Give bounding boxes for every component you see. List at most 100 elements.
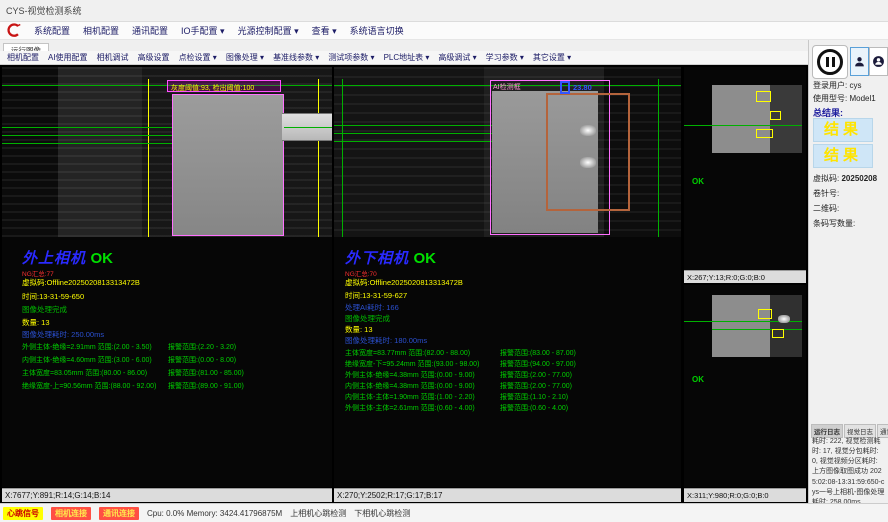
menu-item-io-config[interactable]: IO手配置 ▾ (181, 24, 225, 37)
measure-line-3 (2, 143, 172, 144)
camera-conn-badge: 相机连接 (51, 507, 91, 520)
orange-roi-box (546, 93, 630, 211)
center-time: 时间:13-31-59-627 (345, 290, 407, 301)
left-meas-1: 外侧主体-绝缘=2.91mm 范围:(2.00 - 3.50) (22, 342, 152, 352)
center-camera-result: OK (413, 250, 436, 267)
camera-view-small-top[interactable]: OK (684, 67, 806, 270)
blue-marker-box (560, 81, 570, 94)
tool-plc-address[interactable]: PLC地址表 ▾ (384, 52, 430, 63)
left-elapsed: 图像处理耗时: 250.00ms (22, 329, 104, 340)
left-meas-3-alarm: 报警范围:(81.00 - 85.00) (168, 368, 244, 378)
center-meas-4-alarm: 报警范围:(2.00 - 77.00) (500, 381, 572, 391)
center-meas-5: 内侧主体-主体=1.90mm 范围:(1.00 - 2.20) (345, 392, 475, 402)
tool-spot-check[interactable]: 点检设置 ▾ (179, 52, 217, 63)
center-meas-1: 主体宽度=83.77mm 范围:(82.00 - 88.00) (345, 348, 470, 358)
comm-conn-badge: 通讯连接 (99, 507, 139, 520)
center-meas-3-alarm: 报警范围:(2.00 - 77.00) (500, 370, 572, 380)
menu-item-light-config[interactable]: 光源控制配置 ▾ (238, 24, 299, 37)
measure-line-2 (334, 133, 492, 134)
model-row: 使用型号: Model1 (813, 93, 876, 104)
tool-baseline-param[interactable]: 基准线参数 ▾ (273, 52, 319, 63)
tool-image-process[interactable]: 图像处理 ▾ (226, 52, 264, 63)
blue-marker-value: 23.80 (573, 83, 592, 92)
center-ai-elapsed: 处理AI耗时: 166 (345, 302, 399, 313)
threshold-label: 灰度阈值:93, 检出阈值:100 (171, 83, 254, 93)
camera-image-center: AI检测框 23.80 (334, 67, 681, 237)
annotation-box-2 (770, 111, 781, 120)
measure-line-3 (334, 141, 492, 142)
center-meas-4: 内侧主体-绝缘=4.38mm 范围:(0.00 - 9.00) (345, 381, 475, 391)
center-meas-1-alarm: 报警范围:(83.00 - 87.00) (500, 348, 576, 358)
menu-bar: 系统配置 相机配置 通讯配置 IO手配置 ▾ 光源控制配置 ▾ 查看 ▾ 系统语… (0, 22, 888, 40)
measure-line-4 (284, 127, 332, 128)
small-top-ok: OK (692, 177, 704, 186)
bottom-camera-heartbeat: 下相机心跳检测 (354, 508, 410, 519)
pause-icon (817, 49, 843, 75)
user-icon (853, 55, 866, 68)
left-camera-result: OK (90, 250, 113, 267)
annotation-box-3 (756, 129, 773, 138)
heartbeat-badge: 心跳信号 (3, 507, 43, 520)
camera-view-small-bottom[interactable]: OK (684, 285, 806, 487)
cell-body-region (172, 94, 284, 236)
pause-button[interactable] (812, 45, 848, 79)
center-meas-6-alarm: 报警范围:(0.60 - 4.00) (500, 403, 568, 413)
center-barcode: 虚拟码:Offline2025020813313472B (345, 277, 463, 288)
small-bottom-ok: OK (692, 375, 704, 384)
center-meas-2-alarm: 报警范围:(94.00 - 97.00) (500, 359, 576, 369)
yellow-guide-right (318, 79, 319, 237)
operator-button[interactable] (850, 47, 869, 76)
tool-advanced-set[interactable]: 高级设置 (138, 52, 170, 63)
virtual-code-label: 虚拟码: (813, 174, 839, 183)
log-tab-run[interactable]: 运行日志 (811, 424, 843, 438)
tool-camera-debug[interactable]: 相机调试 (97, 52, 129, 63)
tool-advanced-debug[interactable]: 高级调试 ▾ (438, 52, 476, 63)
annotation-box-1 (758, 309, 772, 319)
needle-label: 卷针号: (813, 188, 839, 199)
center-meas-6: 外侧主体-主体=2.61mm 范围:(0.60 - 4.00) (345, 403, 475, 413)
tool-camera-config[interactable]: 相机配置 (7, 52, 39, 63)
log-tab-comm[interactable]: 通讯日志 (877, 424, 888, 438)
admin-button[interactable] (869, 47, 888, 76)
left-meas-2: 内侧主体-绝缘=4.60mm 范围:(3.00 - 6.00) (22, 355, 152, 365)
app-window: CYS-视觉检测系统 系统配置 相机配置 通讯配置 IO手配置 ▾ 光源控制配置… (0, 0, 888, 522)
camera-view-center[interactable]: AI检测框 23.80 外下相机 OK NG汇总:70 虚拟码:Offline2… (334, 67, 681, 487)
annotation-box-1 (756, 91, 771, 102)
menu-item-camera-config[interactable]: 相机配置 (83, 24, 119, 37)
small-top-image (712, 85, 802, 153)
write-count-label: 条码写数量: (813, 218, 855, 229)
menu-item-view[interactable]: 查看 ▾ (312, 24, 337, 37)
center-result-title: 外下相机 OK (345, 247, 436, 268)
tool-other-set[interactable]: 其它设置 ▾ (533, 52, 571, 63)
result-box-1: 结果 (813, 118, 873, 142)
camera-view-left[interactable]: 灰度阈值:93, 检出阈值:100 外上相机 OK NG汇总:77 虚拟码:Of… (2, 67, 332, 487)
menu-item-comm-config[interactable]: 通讯配置 (132, 24, 168, 37)
log-tabs: 运行日志 视觉日志 通讯日志 (811, 424, 888, 438)
left-result-title: 外上相机 OK (22, 247, 113, 268)
ai-box-label: AI检测框 (493, 82, 521, 92)
left-meas-4-alarm: 报警范围:(89.00 - 91.00) (168, 381, 244, 391)
model-label: 使用型号: (813, 94, 847, 103)
center-count: 数量: 13 (345, 324, 373, 335)
menu-item-system-config[interactable]: 系统配置 (34, 24, 70, 37)
menu-item-language-switch[interactable]: 系统语言切换 (350, 24, 404, 37)
annotation-box-2 (772, 329, 784, 338)
left-meas-3: 主体宽度=83.05mm 范围:(80.00 - 86.00) (22, 368, 147, 378)
left-barcode: 虚拟码:Offline2025020813313472B (22, 277, 140, 288)
center-meas-5-alarm: 报警范围:(1.10 - 2.10) (500, 392, 568, 402)
measure-line-2 (2, 135, 172, 136)
left-coords-strip: X:7677;Y:891;R:14;G:14;B:14 (2, 488, 332, 502)
tool-test-param[interactable]: 测试项参数 ▾ (328, 52, 374, 63)
center-meas-2: 绝缘宽度-下=95.24mm 范围:(93.00 - 98.00) (345, 359, 479, 369)
tool-ai-use-config[interactable]: AI使用配置 (48, 52, 88, 63)
small-bottom-image (712, 295, 802, 357)
right-panel: 登录用户: cys 使用型号: Model1 总结果: 结果 结果 虚拟码: 2… (808, 40, 888, 503)
tool-learn-param[interactable]: 学习参数 ▾ (486, 52, 524, 63)
title-bar: CYS-视觉检测系统 (0, 0, 888, 22)
log-tab-vision[interactable]: 视觉日志 (844, 424, 876, 438)
small-top-coords-strip: X:267;Y:13;R:0;G:0;B:0 (684, 270, 806, 283)
left-process-done: 图像处理完成 (22, 304, 67, 315)
measure-line (712, 125, 802, 126)
left-camera-name: 外上相机 (22, 250, 86, 267)
green-guide-left (342, 79, 343, 237)
